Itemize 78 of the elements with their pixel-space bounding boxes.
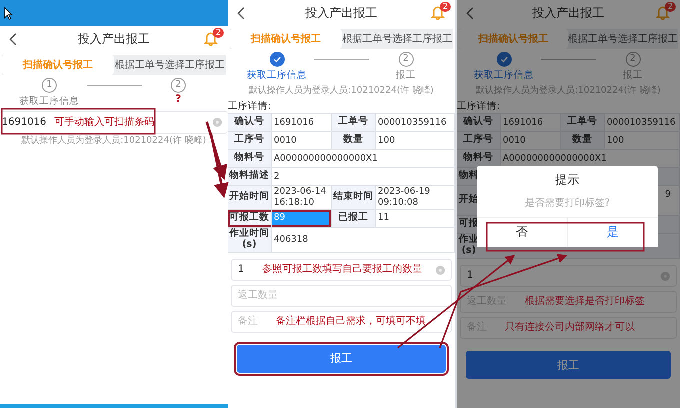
section-label: 工序详情:: [228, 102, 272, 114]
table-cell: 406318: [272, 228, 455, 253]
submit-button[interactable]: 报工: [466, 351, 671, 380]
step-label: 报工: [396, 71, 416, 82]
table-cell: 已报工: [332, 210, 376, 228]
tab[interactable]: 扫描确认号报工: [2, 55, 114, 75]
screen-title: 投入产出报工: [78, 32, 150, 46]
field-value: 1: [238, 264, 244, 276]
annotation-text: 备注栏根据自己需求，可填可不填: [276, 316, 426, 328]
step-label: 获取工序信息: [20, 97, 80, 108]
tab[interactable]: 根据工单号选择工序报工: [568, 29, 678, 49]
back-icon[interactable]: [9, 33, 17, 46]
annotation-text: 可手动输入可扫描条码: [54, 116, 155, 128]
step-number: 1: [42, 78, 57, 93]
table-cell: 2023-06-19 09:10:08: [376, 186, 455, 210]
table-cell: 确认号: [228, 114, 272, 132]
submit-button[interactable]: 报工: [237, 344, 446, 373]
input-field[interactable]: 1 参照可报工数填写自己要报工的数量: [231, 258, 452, 281]
table-cell: 100: [376, 132, 455, 150]
step-label: 报工: [623, 71, 643, 82]
table-cell: 100: [605, 132, 680, 150]
step-number: 2: [171, 78, 186, 93]
cursor-icon: [4, 7, 13, 20]
operator-note: 默认操作人员为登录人员:10210224(许 晓峰): [475, 86, 662, 96]
table-cell: 工单号: [332, 114, 376, 132]
dialog-button[interactable]: 是: [567, 218, 658, 248]
back-icon[interactable]: [466, 7, 474, 20]
table-cell: 000010359116: [605, 114, 680, 132]
tab[interactable]: 扫描确认号报工: [459, 29, 568, 49]
step-number: 2: [398, 52, 414, 67]
dialog-title: 提示: [554, 174, 580, 188]
step-label: 获取工序信息: [474, 71, 534, 82]
field-placeholder: 备注: [238, 316, 258, 328]
table-cell: 工序号: [228, 132, 272, 150]
table-cell: 确认号: [457, 114, 501, 132]
annotation-text: 参照可报工数填写自己要报工的数量: [262, 264, 422, 276]
table-cell: 11: [376, 210, 455, 228]
bell-icon[interactable]: [204, 31, 218, 46]
section-label: 工序详情:: [457, 102, 502, 114]
screen-title: 投入产出报工: [306, 6, 378, 20]
step-number: 2: [626, 52, 640, 67]
table-cell: 结束时间: [332, 186, 376, 210]
arrow: [210, 132, 229, 198]
arrow: [206, 122, 228, 180]
field-placeholder: 返工数量: [238, 290, 278, 302]
tab[interactable]: 根据工单号选择工序报工: [114, 55, 226, 75]
table-cell: 数量: [561, 132, 605, 150]
table-cell: 物料描述: [228, 168, 272, 186]
field-value: 1691016: [2, 116, 47, 128]
screen-title: 投入产出报工: [532, 6, 604, 20]
table-cell: 000010359116: [376, 114, 455, 132]
table-cell: A000000000000000X1: [272, 150, 455, 168]
table-cell: 工序号: [457, 132, 501, 150]
notification-badge: 2: [440, 2, 451, 12]
bell-icon[interactable]: [431, 5, 445, 20]
bell-icon[interactable]: [656, 5, 670, 20]
tab[interactable]: 扫描确认号报工: [230, 29, 342, 49]
annotation-text: 根据需要选择是否打印标签: [525, 296, 645, 308]
table-cell: 开始时间: [228, 186, 272, 210]
table-cell: 作业时间 (s): [228, 228, 272, 253]
tab[interactable]: 根据工单号选择工序报工: [342, 29, 453, 49]
annotation-text: 只有连接公司内部网络才可以: [505, 322, 635, 334]
field-value: 1: [467, 270, 474, 282]
input-field[interactable]: 1: [460, 265, 677, 288]
table-cell: 工单号: [561, 114, 605, 132]
operator-note: 默认操作人员为登录人员:10210224(许 晓峰): [20, 136, 208, 146]
step-label: ?: [176, 94, 182, 106]
back-icon[interactable]: [237, 7, 245, 20]
table-cell: 数量: [332, 132, 376, 150]
notification-badge: 2: [213, 28, 224, 38]
operator-note: 默认操作人员为登录人员:10210224(许 晓峰): [248, 86, 435, 96]
notification-badge: 2: [665, 2, 676, 12]
table-cell: 物料号: [457, 150, 501, 168]
input-field[interactable]: 备注 备注栏根据自己需求，可填可不填: [231, 310, 452, 333]
table-cell: 89: [272, 210, 332, 228]
scan-input-field[interactable]: 1691016 可手动输入可扫描条码: [0, 111, 228, 134]
step-label: 获取工序信息: [247, 71, 307, 82]
table-cell: 物料号: [228, 150, 272, 168]
